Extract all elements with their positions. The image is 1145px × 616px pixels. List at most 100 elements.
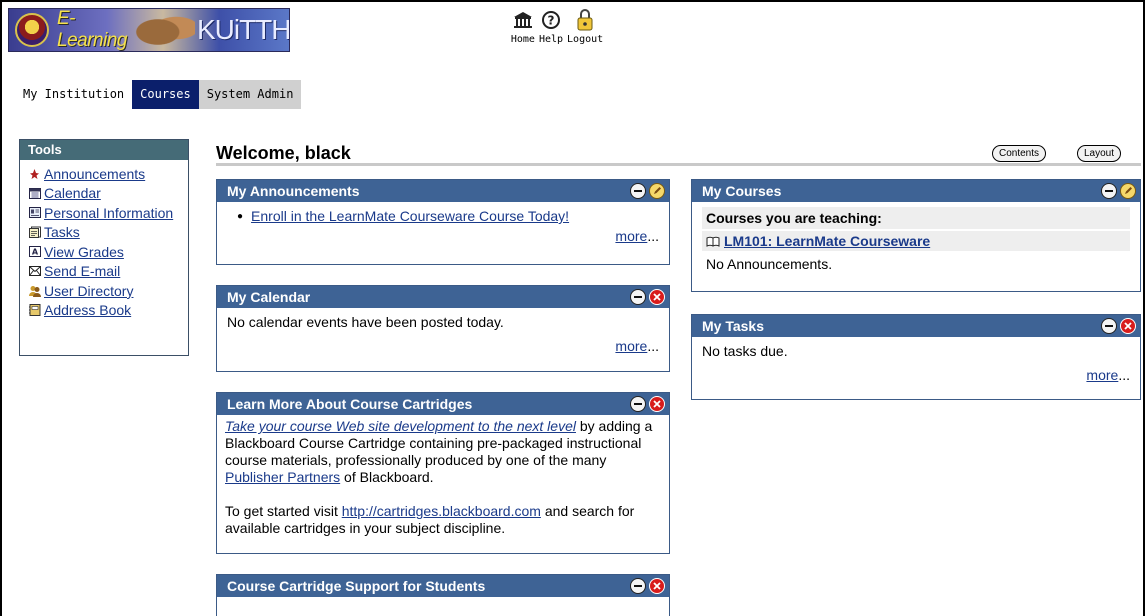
welcome-bar: Welcome, black Contents Layout [216,142,1141,166]
tools-link-address-book[interactable]: Address Book [44,302,131,318]
tools-link-send-email[interactable]: Send E-mail [44,263,120,279]
svg-text:?: ? [548,14,555,28]
announcement-link[interactable]: Enroll in the LearnMate Courseware Cours… [251,208,569,224]
module-title: My Calendar [227,289,311,305]
minimize-icon[interactable] [630,578,646,594]
module-my-announcements: My Announcements ● Enroll in the LearnMa… [216,179,670,265]
tools-link-announcements[interactable]: Announcements [44,166,145,182]
minimize-icon[interactable] [1101,318,1117,334]
tab-my-institution[interactable]: My Institution [15,80,133,109]
more-row: more... [702,367,1130,383]
tab-courses[interactable]: Courses [132,80,199,109]
user-directory-icon [28,285,41,297]
tools-item-send-email: Send E-mail [28,262,188,282]
tools-item-calendar: Calendar [28,184,188,204]
nav-help-label: Help [538,34,564,45]
minimize-icon[interactable] [630,289,646,305]
help-icon: ? [541,6,561,34]
module-controls [1101,318,1136,334]
minimize-icon[interactable] [630,183,646,199]
module-header: My Announcements [217,180,669,202]
book-icon [706,236,720,247]
minimize-icon[interactable] [630,396,646,412]
tasks-icon [28,226,41,239]
tools-item-view-grades: A View Grades [28,242,188,262]
edit-icon[interactable] [1120,183,1136,199]
module-title: My Announcements [227,183,360,199]
module-body: ● Enroll in the LearnMate Courseware Cou… [217,202,669,250]
module-course-cartridges: Learn More About Course Cartridges Take … [216,392,670,554]
personal-info-icon [28,207,41,219]
address-book-icon [28,304,41,317]
tools-item-address-book: Address Book [28,301,188,321]
tools-link-calendar[interactable]: Calendar [44,185,101,201]
site-banner-logo: E-Learning KUiTTHO [8,8,290,52]
nav-logout[interactable]: Logout [567,6,603,62]
nav-home[interactable]: Home [511,6,535,62]
more-row: more... [227,338,659,354]
tools-link-personal-information[interactable]: Personal Information [44,205,173,221]
calendar-icon [28,187,41,199]
minimize-icon[interactable] [1101,183,1117,199]
tools-title: Tools [20,140,188,160]
cartridges-text-2a: To get started visit [225,503,342,519]
module-controls [630,289,665,305]
more-ellipsis: ... [647,228,659,244]
cartridges-text-1b: of Blackboard. [340,469,434,485]
banner-elearning-text: E-Learning [57,8,127,51]
close-icon[interactable] [1120,318,1136,334]
cartridges-url-link[interactable]: http://cartridges.blackboard.com [342,503,541,519]
tools-link-user-directory[interactable]: User Directory [44,283,133,299]
close-icon[interactable] [649,396,665,412]
main-tabs: My Institution Courses System Admin [15,80,302,109]
tab-system-admin[interactable]: System Admin [198,80,302,109]
module-body: Courses you are teaching: LM101: LearnMa… [692,202,1140,272]
tools-link-tasks[interactable]: Tasks [44,224,80,240]
layout-button[interactable]: Layout [1077,145,1122,162]
more-ellipsis: ... [1118,367,1130,383]
nav-help[interactable]: ? Help [539,6,563,62]
next-level-link[interactable]: Take your course Web site development to… [225,418,576,434]
module-header: My Courses [692,180,1140,202]
svg-text:A: A [31,248,38,257]
grades-icon: A [28,246,41,258]
module-my-tasks: My Tasks No tasks due. more... [691,314,1141,400]
teaching-label: Courses you are teaching: [702,207,1130,229]
nav-logout-label: Logout [567,34,604,45]
tools-panel: Tools Announcements Calendar Personal In… [19,139,189,356]
module-cartridge-support: Course Cartridge Support for Students [216,574,670,616]
module-body: Take your course Web site development to… [217,415,669,537]
module-controls [630,183,665,199]
module-header: My Calendar [217,286,669,308]
course-row: LM101: LearnMate Courseware [702,231,1130,251]
module-controls [630,578,665,594]
more-link[interactable]: more [1086,367,1118,383]
announcements-icon [28,168,41,180]
close-icon[interactable] [649,289,665,305]
more-row: more... [227,228,659,244]
more-link[interactable]: more [615,228,647,244]
more-ellipsis: ... [647,338,659,354]
close-icon[interactable] [649,578,665,594]
contents-button[interactable]: Contents [992,145,1047,162]
module-controls [630,396,665,412]
list-item: ● Enroll in the LearnMate Courseware Cou… [227,208,659,224]
edit-icon[interactable] [649,183,665,199]
tasks-empty-text: No tasks due. [702,343,788,359]
module-title: Learn More About Course Cartridges [227,396,473,412]
top-navigation: Home ? Help Logout [487,6,627,62]
page-frame: E-Learning KUiTTHO Home [0,0,1145,616]
tools-item-announcements: Announcements [28,164,188,184]
module-my-courses: My Courses Courses you are teaching: LM1… [691,179,1141,292]
module-body: No calendar events have been posted toda… [217,308,669,360]
publisher-partners-link[interactable]: Publisher Partners [225,469,340,485]
tools-list: Announcements Calendar Personal Informat… [20,160,188,320]
more-link[interactable]: more [615,338,647,354]
module-header: Course Cartridge Support for Students [217,575,669,597]
nav-home-label: Home [510,34,535,45]
course-announcements-note: No Announcements. [706,256,833,272]
tools-link-view-grades[interactable]: View Grades [44,244,124,260]
course-link-lm101[interactable]: LM101: LearnMate Courseware [724,233,930,249]
cartridges-paragraph-2: To get started visit http://cartridges.b… [225,503,663,537]
module-header: Learn More About Course Cartridges [217,393,669,415]
